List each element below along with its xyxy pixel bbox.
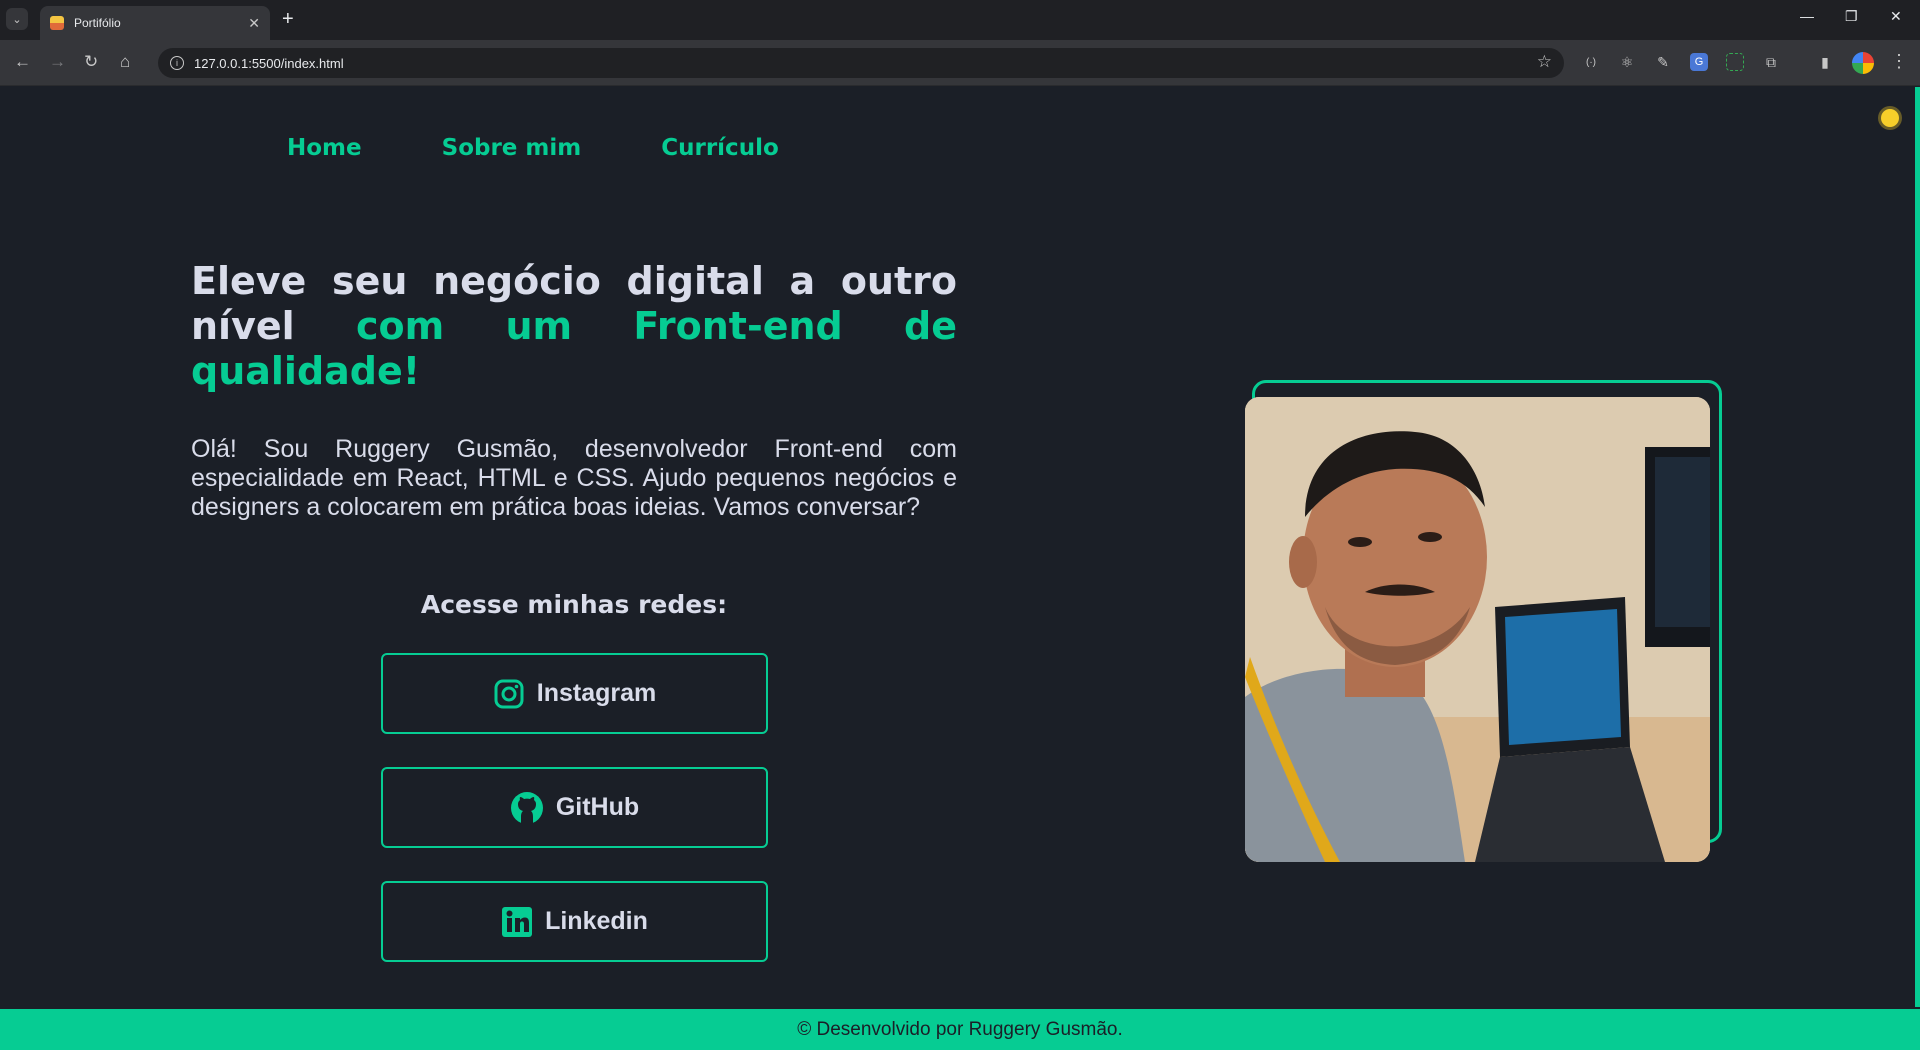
extension-icon[interactable]: (·) (1582, 53, 1600, 71)
translate-icon[interactable]: G (1690, 53, 1708, 71)
side-panel-icon[interactable]: ▮ (1816, 53, 1834, 71)
window-close-icon[interactable]: ✕ (1890, 8, 1902, 25)
headline-accent: com um Front-end de qualidade! (191, 304, 957, 393)
react-devtools-icon[interactable]: ⚛ (1618, 53, 1636, 71)
back-arrow-icon[interactable]: ← (14, 52, 31, 72)
accent-edge (1915, 87, 1920, 1007)
home-icon[interactable]: ⌂ (120, 52, 130, 72)
favicon-icon (50, 16, 64, 30)
instagram-button[interactable]: Instagram (381, 653, 768, 734)
minimize-icon[interactable]: — (1800, 8, 1814, 24)
profile-photo-illustration (1245, 397, 1710, 862)
hero-headline: Eleve seu negócio digital a outro nível … (191, 259, 957, 394)
footer-text: © Desenvolvido por Ruggery Gusmão. (797, 1018, 1123, 1040)
sun-icon[interactable] (1881, 109, 1899, 127)
page-footer: © Desenvolvido por Ruggery Gusmão. (0, 1009, 1920, 1050)
github-label: GitHub (555, 793, 640, 821)
profile-photo (1245, 397, 1710, 862)
new-tab-button[interactable]: + (282, 8, 294, 30)
tab-search-button[interactable]: ⌄ (6, 8, 28, 30)
menu-kebab-icon[interactable]: ⋮ (1890, 51, 1908, 72)
tab-close-icon[interactable]: ✕ (248, 15, 260, 32)
nav-about[interactable]: Sobre mim (442, 135, 582, 161)
page-viewport: Home Sobre mim Currículo Eleve seu negóc… (0, 87, 1920, 1050)
restore-icon[interactable]: ❐ (1845, 8, 1858, 25)
browser-tab[interactable]: Portifólio ✕ (40, 6, 270, 40)
linkedin-button[interactable]: Linkedin (381, 881, 768, 962)
main-nav: Home Sobre mim Currículo (287, 135, 779, 161)
bookmark-star-icon[interactable]: ☆ (1537, 52, 1552, 72)
url-text[interactable]: 127.0.0.1:5500/index.html (194, 56, 344, 71)
screenshot-icon[interactable] (1726, 53, 1744, 71)
tab-title: Portifólio (74, 16, 121, 30)
instagram-label: Instagram (536, 679, 657, 707)
eyedropper-icon[interactable]: ✎ (1654, 53, 1672, 71)
github-icon (510, 791, 543, 824)
instagram-icon (494, 679, 524, 708)
github-button[interactable]: GitHub (381, 767, 768, 848)
forward-arrow-icon[interactable]: → (49, 52, 66, 72)
linkedin-icon (502, 906, 533, 937)
browser-toolbar: ← → ↻ ⌂ i 127.0.0.1:5500/index.html ☆ (·… (0, 40, 1920, 86)
linkedin-label: Linkedin (545, 907, 648, 935)
profile-avatar[interactable] (1852, 52, 1874, 74)
nav-home[interactable]: Home (287, 135, 362, 161)
extensions-puzzle-icon[interactable]: ⧉ (1762, 53, 1780, 71)
hero-bio: Olá! Sou Ruggery Gusmão, desenvolvedor F… (191, 435, 957, 521)
address-bar[interactable]: i 127.0.0.1:5500/index.html ☆ (158, 48, 1564, 78)
site-info-icon[interactable]: i (170, 56, 184, 70)
nav-resume[interactable]: Currículo (661, 135, 779, 161)
networks-title: Acesse minhas redes: (420, 590, 728, 619)
reload-icon[interactable]: ↻ (84, 52, 98, 72)
browser-tab-bar: ⌄ Portifólio ✕ + — ❐ ✕ (0, 0, 1920, 40)
